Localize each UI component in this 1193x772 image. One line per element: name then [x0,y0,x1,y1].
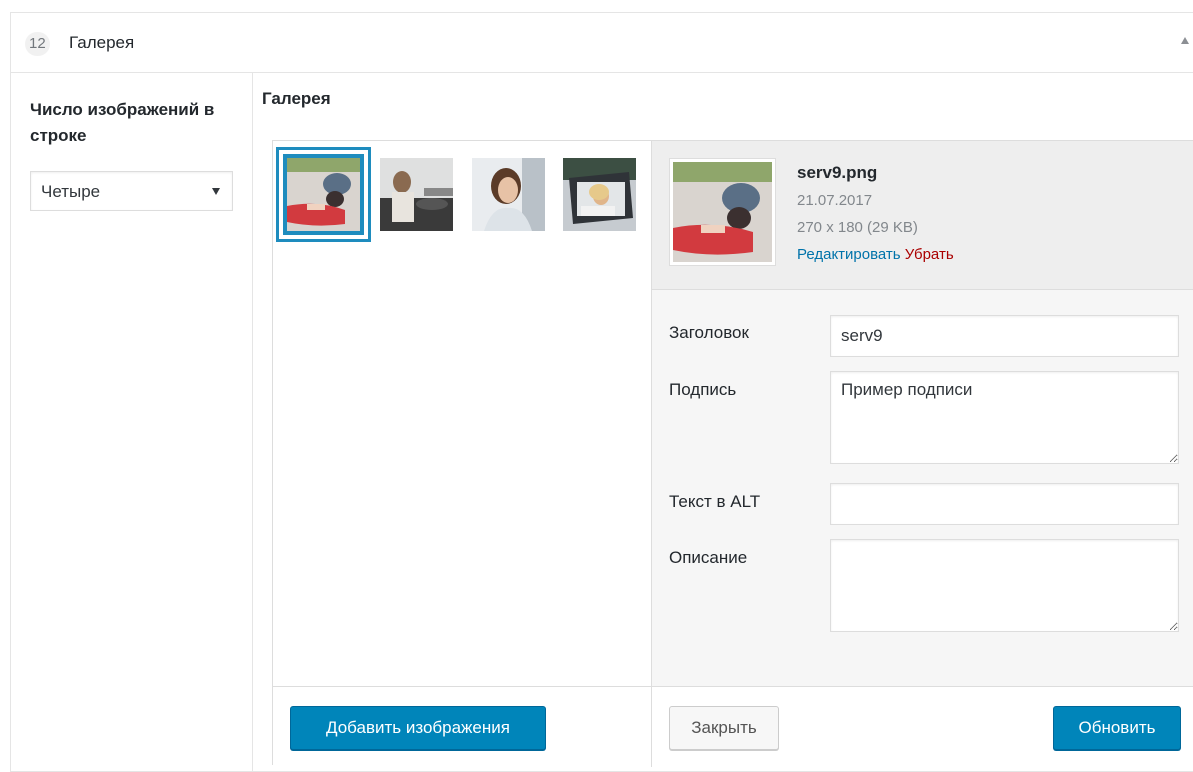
settings-column: Число изображений в строке Четыре [11,72,253,771]
alt-input[interactable] [830,483,1179,525]
caption-textarea[interactable]: Пример подписи [830,371,1179,464]
edit-link[interactable]: Редактировать [797,246,901,263]
attachment-dimensions: 270 x 180 (29 KB) [797,219,918,236]
columns-select[interactable]: Четыре [30,171,233,211]
toolbar-divider [651,687,652,767]
caption-label: Подпись [669,380,737,399]
collapse-arrow-icon[interactable] [1181,37,1189,44]
gallery-thumbnail-2[interactable] [380,158,453,231]
gallery-toolbar: Добавить изображения Закрыть Обновить [273,686,1193,767]
description-label: Описание [669,548,748,567]
gallery-thumbnail-3[interactable] [472,158,545,231]
attachment-actions: Редактировать Убрать [797,246,954,263]
columns-select-value: Четыре [41,182,101,201]
title-label: Заголовок [669,323,749,342]
close-button[interactable]: Закрыть [669,706,779,750]
gallery-label: Галерея [262,89,331,108]
metabox-title: Галерея [69,33,135,52]
attachment-details: serv9.png 21.07.2017 270 x 180 (29 KB) Р… [652,141,1193,686]
attachment-date: 21.07.2017 [797,192,873,209]
update-button[interactable]: Обновить [1053,706,1181,750]
metabox-header[interactable]: 12 Галерея [11,13,1193,73]
columns-label: Число изображений в строке [30,100,215,145]
metabox-count-badge: 12 [25,32,50,56]
chevron-down-icon [212,188,220,195]
title-input[interactable] [830,315,1179,357]
gallery-thumbnail-4[interactable] [563,158,636,231]
gallery-editor: serv9.png 21.07.2017 270 x 180 (29 KB) Р… [272,140,1193,767]
attachment-info: serv9.png 21.07.2017 270 x 180 (29 KB) Р… [652,141,1193,290]
description-textarea[interactable] [830,539,1179,632]
thumbnail-grid [273,141,652,686]
alt-label: Текст в ALT [669,492,761,511]
add-images-button[interactable]: Добавить изображения [290,706,546,750]
attachment-preview-image [669,158,776,266]
gallery-thumbnail-serv9[interactable] [283,154,364,235]
attachment-filename: serv9.png [797,163,878,182]
remove-link[interactable]: Убрать [905,246,954,263]
